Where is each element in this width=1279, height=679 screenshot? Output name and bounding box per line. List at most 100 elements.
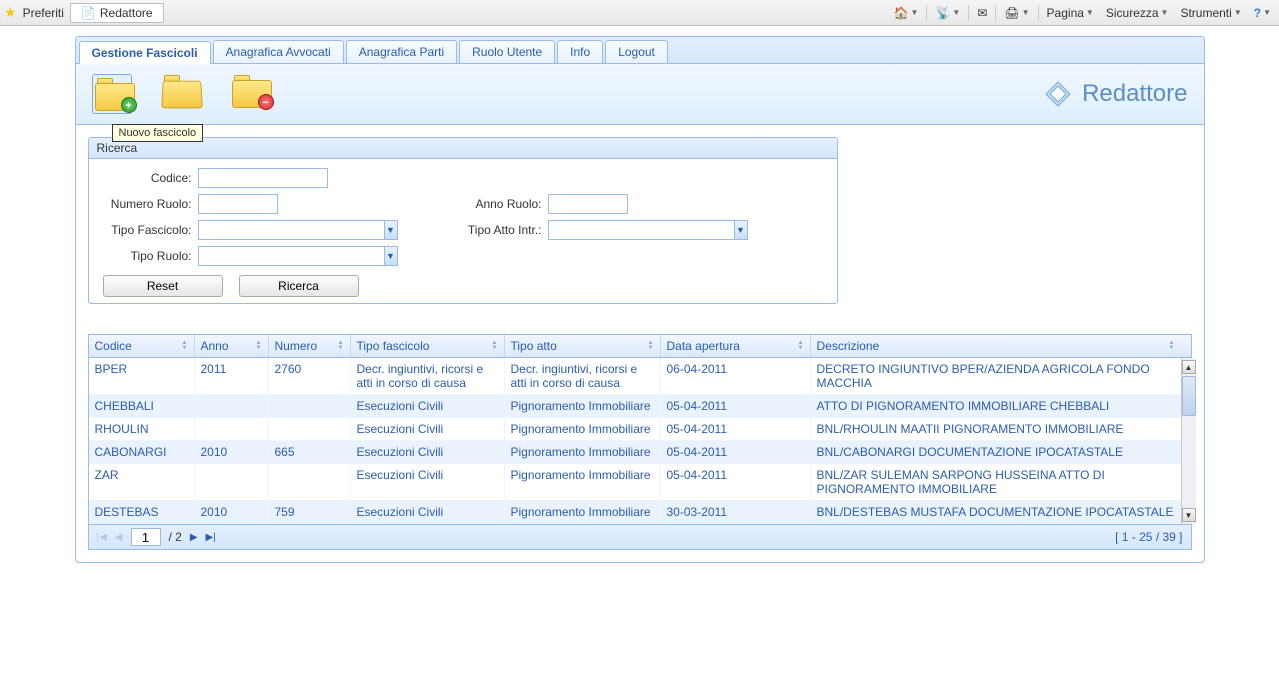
table-cell: CHEBBALI xyxy=(89,395,195,417)
home-icon[interactable]: 🏠▼ xyxy=(890,6,923,20)
open-fascicolo-button[interactable] xyxy=(162,74,202,114)
table-cell: 05-04-2011 xyxy=(661,395,811,417)
scroll-thumb[interactable] xyxy=(1182,376,1196,416)
codice-input[interactable] xyxy=(198,168,328,188)
table-row[interactable]: BPER20112760 Decr. ingiuntivi, ricorsi e … xyxy=(89,358,1181,395)
app-tabs: Gestione Fascicoli Anagrafica Avvocati A… xyxy=(76,37,1204,64)
menu-pagina[interactable]: Pagina▼ xyxy=(1043,6,1098,20)
grid-scrollbar[interactable]: ▲ ▼ xyxy=(1181,358,1196,524)
main-panel: Gestione Fascicoli Anagrafica Avvocati A… xyxy=(75,36,1205,563)
table-row[interactable]: ZAREsecuzioni CiviliPignoramento Immobil… xyxy=(89,464,1181,501)
tipo-ruolo-trigger[interactable]: ▼ xyxy=(384,246,398,266)
tab-anagrafica-parti[interactable]: Anagrafica Parti xyxy=(346,40,457,63)
tipo-atto-trigger[interactable]: ▼ xyxy=(734,220,748,240)
table-cell: Decr. ingiuntivi, ricorsi e atti in cors… xyxy=(505,358,661,394)
scroll-down-button[interactable]: ▼ xyxy=(1182,508,1196,522)
pager-next[interactable]: ▶ xyxy=(190,532,198,543)
app-title-text: Redattore xyxy=(1082,80,1187,108)
tipo-fascicolo-trigger[interactable]: ▼ xyxy=(384,220,398,240)
table-cell: Pignoramento Immobiliare xyxy=(505,501,661,523)
table-cell: 05-04-2011 xyxy=(661,441,811,463)
table-cell xyxy=(195,418,269,440)
anno-ruolo-input[interactable] xyxy=(548,194,628,214)
table-cell: 05-04-2011 xyxy=(661,418,811,440)
anno-ruolo-label: Anno Ruolo: xyxy=(448,197,548,211)
grid-pager: |◀ ◀ / 2 ▶ ▶| [ 1 - 25 / 39 ] xyxy=(89,524,1191,549)
help-icon[interactable]: ?▼ xyxy=(1250,6,1275,20)
ricerca-button[interactable]: Ricerca xyxy=(239,275,359,297)
table-row[interactable]: DESTEBAS2010759Esecuzioni CiviliPignoram… xyxy=(89,501,1181,524)
table-cell: BPER xyxy=(89,358,195,394)
tipo-ruolo-combo[interactable] xyxy=(198,246,384,266)
print-icon[interactable]: 🖨▼ xyxy=(1000,6,1033,20)
mail-icon[interactable]: ✉ xyxy=(973,6,991,20)
table-row[interactable]: CABONARGI2010665Esecuzioni CiviliPignora… xyxy=(89,441,1181,464)
col-codice[interactable]: Codice▲▼ xyxy=(89,335,195,357)
delete-fascicolo-button[interactable]: − xyxy=(232,74,272,114)
table-cell: BNL/DESTEBAS MUSTAFA DOCUMENTAZIONE IPOC… xyxy=(811,501,1181,523)
table-cell xyxy=(269,395,351,417)
table-cell: DECRETO INGIUNTIVO BPER/AZIENDA AGRICOLA… xyxy=(811,358,1181,394)
col-numero[interactable]: Numero▲▼ xyxy=(269,335,351,357)
app-logo-icon xyxy=(1044,80,1072,108)
favorites-label[interactable]: Preferiti xyxy=(23,6,64,20)
pager-range: [ 1 - 25 / 39 ] xyxy=(1115,530,1182,544)
menu-sicurezza[interactable]: Sicurezza▼ xyxy=(1102,6,1173,20)
pager-prev[interactable]: ◀ xyxy=(115,532,123,543)
table-cell: Esecuzioni Civili xyxy=(351,464,505,500)
menu-strumenti[interactable]: Strumenti▼ xyxy=(1176,6,1245,20)
tooltip: Nuovo fascicolo xyxy=(112,124,204,142)
table-cell: Esecuzioni Civili xyxy=(351,501,505,523)
plus-badge-icon: + xyxy=(121,97,137,113)
table-cell: 759 xyxy=(269,501,351,523)
numero-ruolo-input[interactable] xyxy=(198,194,278,214)
pager-last[interactable]: ▶| xyxy=(206,532,216,543)
table-cell: Esecuzioni Civili xyxy=(351,441,505,463)
table-cell: DESTEBAS xyxy=(89,501,195,523)
table-cell: Pignoramento Immobiliare xyxy=(505,395,661,417)
search-panel: Ricerca Codice: Numero Ruolo: Anno Ruolo… xyxy=(88,137,838,304)
table-cell: 2011 xyxy=(195,358,269,394)
table-cell: BNL/CABONARGI DOCUMENTAZIONE IPOCATASTAL… xyxy=(811,441,1181,463)
table-row[interactable]: CHEBBALIEsecuzioni CiviliPignoramento Im… xyxy=(89,395,1181,418)
table-cell: ATTO DI PIGNORAMENTO IMMOBILIARE CHEBBAL… xyxy=(811,395,1181,417)
browser-toolbar: ★ Preferiti 📄 Redattore 🏠▼ 📡▼ ✉ 🖨▼ Pagin… xyxy=(0,0,1279,26)
col-descrizione[interactable]: Descrizione▲▼ xyxy=(811,335,1181,357)
numero-ruolo-label: Numero Ruolo: xyxy=(98,197,198,211)
table-row[interactable]: RHOULINEsecuzioni CiviliPignoramento Imm… xyxy=(89,418,1181,441)
codice-label: Codice: xyxy=(98,171,198,185)
tipo-fascicolo-combo[interactable] xyxy=(198,220,384,240)
pager-first[interactable]: |◀ xyxy=(97,532,107,543)
new-fascicolo-button[interactable]: + xyxy=(92,74,132,114)
col-tipo-atto[interactable]: Tipo atto▲▼ xyxy=(505,335,661,357)
table-cell: 30-03-2011 xyxy=(661,501,811,523)
table-cell: 05-04-2011 xyxy=(661,464,811,500)
tab-anagrafica-avvocati[interactable]: Anagrafica Avvocati xyxy=(213,40,344,63)
tab-logout[interactable]: Logout xyxy=(605,40,668,63)
tab-gestione-fascicoli[interactable]: Gestione Fascicoli xyxy=(79,41,211,64)
tipo-atto-combo[interactable] xyxy=(548,220,734,240)
tab-info[interactable]: Info xyxy=(557,40,603,63)
table-cell: CABONARGI xyxy=(89,441,195,463)
browser-tab[interactable]: 📄 Redattore xyxy=(70,3,164,23)
table-cell: 2760 xyxy=(269,358,351,394)
table-cell xyxy=(269,464,351,500)
reset-button[interactable]: Reset xyxy=(103,275,223,297)
pager-total: / 2 xyxy=(169,530,182,544)
table-cell: 2010 xyxy=(195,501,269,523)
table-cell: BNL/ZAR SULEMAN SARPONG HUSSEINA ATTO DI… xyxy=(811,464,1181,500)
table-cell: Pignoramento Immobiliare xyxy=(505,441,661,463)
tab-ruolo-utente[interactable]: Ruolo Utente xyxy=(459,40,555,63)
table-cell: 665 xyxy=(269,441,351,463)
scroll-up-button[interactable]: ▲ xyxy=(1182,360,1196,374)
browser-tab-title: Redattore xyxy=(100,6,153,20)
doc-icon: 📄 xyxy=(81,6,96,20)
col-data-apertura[interactable]: Data apertura▲▼ xyxy=(661,335,811,357)
table-cell: 06-04-2011 xyxy=(661,358,811,394)
favorites-star-icon: ★ xyxy=(4,4,17,21)
pager-page-input[interactable] xyxy=(131,528,161,546)
col-anno[interactable]: Anno▲▼ xyxy=(195,335,269,357)
rss-icon[interactable]: 📡▼ xyxy=(931,6,964,20)
table-cell xyxy=(195,395,269,417)
col-tipo-fascicolo[interactable]: Tipo fascicolo▲▼ xyxy=(351,335,505,357)
